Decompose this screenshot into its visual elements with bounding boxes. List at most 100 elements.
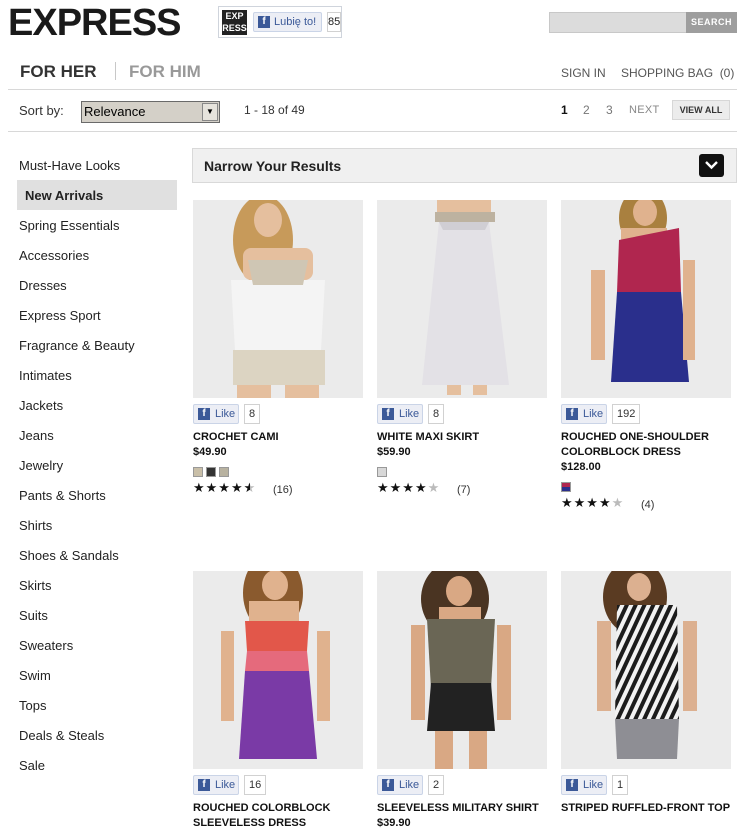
- product-image[interactable]: [561, 571, 731, 769]
- tab-for-her[interactable]: FOR HER: [20, 62, 97, 82]
- shopping-bag-link[interactable]: SHOPPING BAG (0): [621, 66, 734, 80]
- toolbar-divider: [8, 131, 737, 132]
- page-1-link[interactable]: 1: [561, 103, 568, 117]
- product-image[interactable]: [193, 200, 363, 398]
- color-swatch[interactable]: [193, 467, 203, 477]
- sidebar-item-pants-shorts[interactable]: Pants & Shorts: [19, 488, 106, 503]
- product-name[interactable]: ROUCHED COLORBLOCK SLEEVELESS DRESS: [193, 801, 363, 831]
- sidebar-item-deals-steals[interactable]: Deals & Steals: [19, 728, 104, 743]
- facebook-icon: f: [566, 779, 578, 791]
- facebook-like-button[interactable]: f Like: [193, 775, 239, 795]
- like-count: 1: [612, 775, 629, 795]
- sort-by-label: Sort by:: [19, 103, 64, 118]
- sidebar-item-suits[interactable]: Suits: [19, 608, 48, 623]
- product-price: $128.00: [561, 461, 601, 473]
- facebook-icon: f: [198, 408, 210, 420]
- facebook-like-widget: EXP RESS f Lubię to! 85: [218, 6, 342, 38]
- page-2-link[interactable]: 2: [583, 103, 590, 117]
- review-count[interactable]: (7): [457, 484, 470, 496]
- product-name[interactable]: SLEEVELESS MILITARY SHIRT: [377, 801, 547, 816]
- review-count[interactable]: (16): [273, 484, 293, 496]
- narrow-results-bar[interactable]: Narrow Your Results: [192, 148, 737, 183]
- like-label: Like: [399, 408, 420, 420]
- facebook-like-button[interactable]: f Lubię to!: [253, 12, 323, 32]
- sidebar-item-tops[interactable]: Tops: [19, 698, 46, 713]
- product-image[interactable]: [561, 200, 731, 398]
- like-label: Like: [399, 779, 420, 791]
- express-thumbnail: EXP RESS: [222, 10, 247, 35]
- page-3-link[interactable]: 3: [606, 103, 613, 117]
- tab-for-him[interactable]: FOR HIM: [129, 62, 201, 82]
- express-logo[interactable]: EXPRESS: [8, 2, 182, 45]
- product-name[interactable]: STRIPED RUFFLED-FRONT TOP: [561, 801, 731, 816]
- sidebar-item-jackets[interactable]: Jackets: [19, 398, 63, 413]
- facebook-icon: f: [566, 408, 578, 420]
- sign-in-link[interactable]: SIGN IN: [561, 66, 606, 80]
- like-count: 8: [244, 404, 261, 424]
- view-all-button[interactable]: VIEW ALL: [672, 100, 730, 120]
- star-rating: ★★★★★: [561, 495, 625, 510]
- facebook-like-button[interactable]: f Like: [377, 775, 423, 795]
- sidebar-item-new-arrivals[interactable]: New Arrivals: [25, 188, 103, 203]
- review-count[interactable]: (4): [641, 499, 654, 511]
- sidebar-item-jeans[interactable]: Jeans: [19, 428, 54, 443]
- sort-select-value: Relevance: [84, 104, 146, 119]
- sidebar-item-dresses[interactable]: Dresses: [19, 278, 67, 293]
- next-page-link[interactable]: NEXT: [629, 104, 660, 116]
- nav-divider: [115, 62, 116, 80]
- product-image[interactable]: [193, 571, 363, 769]
- star-rating: ★★★★★: [377, 480, 441, 495]
- chevron-down-icon[interactable]: [699, 154, 724, 177]
- like-label: Like: [583, 408, 604, 420]
- sidebar-item-sale[interactable]: Sale: [19, 758, 45, 773]
- facebook-icon: f: [382, 779, 394, 791]
- facebook-like-label: Lubię to!: [274, 16, 317, 28]
- facebook-like-button[interactable]: f Like: [377, 404, 423, 424]
- like-count: 2: [428, 775, 445, 795]
- color-swatch[interactable]: [377, 467, 387, 477]
- product-name[interactable]: ROUCHED ONE-SHOULDER COLORBLOCK DRESS: [561, 430, 731, 460]
- facebook-like-count: 85: [327, 12, 341, 32]
- like-label: Like: [583, 779, 604, 791]
- color-swatch[interactable]: [206, 467, 216, 477]
- facebook-like-button[interactable]: f Like: [561, 775, 607, 795]
- chevron-down-icon: ▼: [202, 103, 218, 121]
- narrow-results-label: Narrow Your Results: [204, 158, 342, 174]
- product-name[interactable]: WHITE MAXI SKIRT: [377, 430, 547, 445]
- product-price: $59.90: [377, 446, 411, 458]
- sidebar-item-accessories[interactable]: Accessories: [19, 248, 89, 263]
- sidebar-item-swim[interactable]: Swim: [19, 668, 51, 683]
- sidebar-item-shoes-sandals[interactable]: Shoes & Sandals: [19, 548, 119, 563]
- color-swatch[interactable]: [219, 467, 229, 477]
- sidebar-item-express-sport[interactable]: Express Sport: [19, 308, 101, 323]
- sidebar-item-skirts[interactable]: Skirts: [19, 578, 52, 593]
- sidebar-item-must-have-looks[interactable]: Must-Have Looks: [19, 158, 120, 173]
- sidebar-item-jewelry[interactable]: Jewelry: [19, 458, 63, 473]
- header-divider: [8, 89, 737, 90]
- color-swatches: [561, 479, 574, 492]
- sidebar-item-spring-essentials[interactable]: Spring Essentials: [19, 218, 119, 233]
- facebook-icon: f: [258, 16, 270, 28]
- result-range: 1 - 18 of 49: [244, 103, 305, 117]
- like-count: 8: [428, 404, 445, 424]
- color-swatches: [193, 464, 232, 477]
- like-count: 192: [612, 404, 641, 424]
- product-image[interactable]: [377, 200, 547, 398]
- color-swatch[interactable]: [561, 482, 571, 492]
- sidebar-item-shirts[interactable]: Shirts: [19, 518, 52, 533]
- facebook-like-button[interactable]: f Like: [561, 404, 607, 424]
- sort-select[interactable]: Relevance ▼: [81, 101, 220, 123]
- product-image[interactable]: [377, 571, 547, 769]
- facebook-icon: f: [198, 779, 210, 791]
- star-rating: ★★★★★★: [193, 480, 257, 495]
- product-price: $39.90: [377, 817, 411, 829]
- sidebar-item-intimates[interactable]: Intimates: [19, 368, 72, 383]
- sidebar-item-sweaters[interactable]: Sweaters: [19, 638, 73, 653]
- facebook-like-button[interactable]: f Like: [193, 404, 239, 424]
- search-button[interactable]: SEARCH: [686, 12, 737, 33]
- like-label: Like: [215, 779, 236, 791]
- color-swatches: [377, 464, 390, 477]
- sidebar-item-fragrance-beauty[interactable]: Fragrance & Beauty: [19, 338, 135, 353]
- search-input[interactable]: [549, 12, 687, 33]
- product-name[interactable]: CROCHET CAMI: [193, 430, 363, 445]
